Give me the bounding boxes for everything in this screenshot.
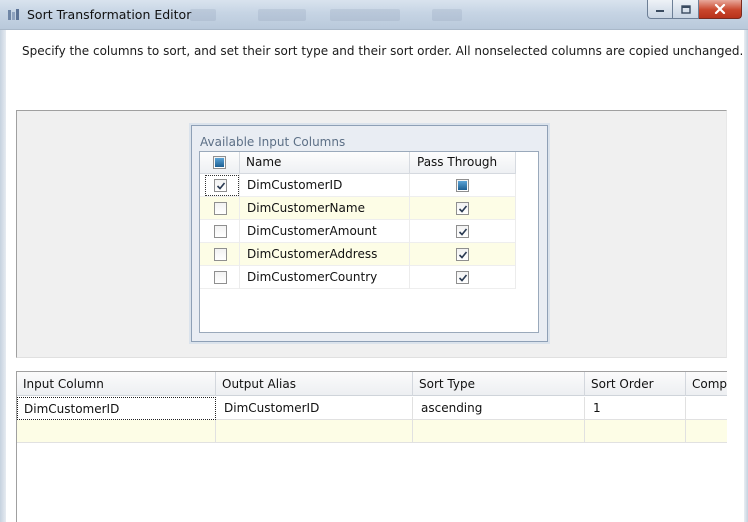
columns-list-header: Name Pass Through [200, 152, 516, 174]
pass-through-checkbox[interactable] [456, 202, 469, 215]
minimize-button[interactable] [647, 0, 673, 19]
checkmark-icon [458, 227, 467, 236]
new-row-cell[interactable] [17, 420, 216, 443]
select-all-checkbox[interactable] [213, 156, 226, 169]
available-input-columns-list[interactable]: Name Pass Through DimCustomerID DimCusto… [199, 151, 539, 333]
checkmark-icon [458, 273, 467, 282]
column-checkbox[interactable] [214, 271, 227, 284]
maximize-icon [680, 4, 691, 14]
available-input-columns-title: Available Input Columns [200, 135, 346, 149]
sort-order-header[interactable]: Sort Order [585, 372, 686, 396]
input-column-cell[interactable]: DimCustomerID [17, 397, 216, 420]
minimize-icon [656, 10, 664, 12]
description-area: Specify the columns to sort, and set the… [0, 30, 748, 110]
window-right-edge [744, 30, 748, 522]
output-alias-header[interactable]: Output Alias [216, 372, 413, 396]
column-name: DimCustomerName [240, 197, 410, 220]
pass-through-checkbox[interactable] [456, 179, 469, 192]
new-row-cell[interactable] [413, 420, 585, 443]
list-item[interactable]: DimCustomerAddress [200, 243, 516, 266]
pass-through-header[interactable]: Pass Through [410, 152, 516, 174]
title-bar[interactable]: Sort Transformation Editor [0, 0, 748, 30]
background-ghost [190, 9, 216, 21]
column-name: DimCustomerAmount [240, 220, 410, 243]
pass-through-checkbox[interactable] [456, 225, 469, 238]
column-name: DimCustomerCountry [240, 266, 410, 289]
new-row[interactable] [17, 420, 727, 443]
pass-through-checkbox[interactable] [456, 271, 469, 284]
new-row-cell[interactable] [216, 420, 413, 443]
available-input-columns-box: Available Input Columns Name Pass Throug… [191, 125, 548, 342]
list-item[interactable]: DimCustomerID [200, 174, 516, 197]
sort-order-cell[interactable]: 1 [585, 397, 686, 420]
maximize-button[interactable] [673, 0, 699, 19]
checkmark-icon [458, 204, 467, 213]
column-checkbox[interactable] [214, 248, 227, 261]
editor-description: Specify the columns to sort, and set the… [22, 44, 744, 58]
list-item[interactable]: DimCustomerCountry [200, 266, 516, 289]
checkmark-icon [458, 250, 467, 259]
app-icon [6, 7, 22, 23]
column-checkbox[interactable] [214, 202, 227, 215]
comparison-cell[interactable] [686, 397, 727, 420]
new-row-cell[interactable] [585, 420, 686, 443]
input-column-header[interactable]: Input Column [17, 372, 216, 396]
column-name: DimCustomerAddress [240, 243, 410, 266]
window-controls [647, 0, 742, 20]
output-alias-cell[interactable]: DimCustomerID [216, 397, 413, 420]
background-ghost [432, 9, 462, 21]
name-header[interactable]: Name [240, 152, 410, 174]
close-button[interactable] [699, 0, 742, 19]
sort-type-header[interactable]: Sort Type [413, 372, 585, 396]
select-all-header [200, 152, 240, 174]
window-title: Sort Transformation Editor [27, 7, 192, 22]
list-item[interactable]: DimCustomerName [200, 197, 516, 220]
column-name: DimCustomerID [240, 174, 410, 197]
column-checkbox[interactable] [214, 179, 227, 192]
close-icon [714, 4, 726, 14]
sort-type-cell[interactable]: ascending [413, 397, 585, 420]
new-row-cell[interactable] [686, 420, 727, 443]
background-ghost [258, 9, 306, 21]
table-row[interactable]: DimCustomerID DimCustomerID ascending 1 [17, 397, 727, 420]
sort-grid-header: Input Column Output Alias Sort Type Sort… [17, 372, 727, 396]
column-checkbox[interactable] [214, 225, 227, 238]
checkmark-icon [216, 181, 225, 190]
sort-columns-grid[interactable]: Input Column Output Alias Sort Type Sort… [16, 371, 727, 522]
list-item[interactable]: DimCustomerAmount [200, 220, 516, 243]
comparison-header[interactable]: Compa [686, 372, 727, 396]
pass-through-checkbox[interactable] [456, 248, 469, 261]
window-left-edge [0, 30, 6, 522]
background-ghost [330, 9, 400, 21]
